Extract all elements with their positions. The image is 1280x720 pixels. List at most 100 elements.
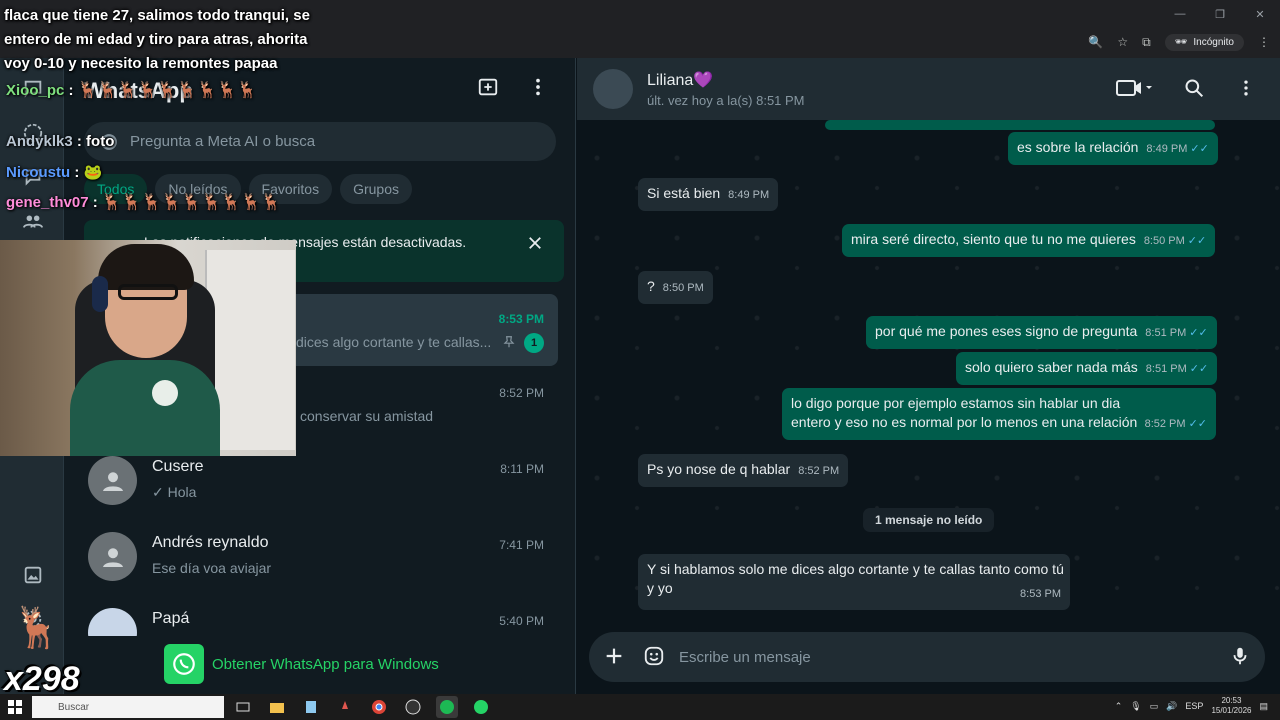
whatsapp-taskbar-icon[interactable]: [470, 696, 492, 718]
window-controls: — ❐ ✕: [1160, 0, 1280, 28]
message-time: 8:50 PM: [662, 282, 704, 294]
unread-badge: 1: [524, 333, 544, 353]
message-bubble[interactable]: Ps yo nose de q hablar 8:52 PM: [638, 454, 849, 487]
message-meta: 8:52 PM ✓✓: [1145, 415, 1207, 434]
clock-time: 20:53: [1221, 696, 1242, 705]
message-meta: 8:53 PM: [1020, 585, 1061, 604]
search-bar[interactable]: Pregunta a Meta AI o busca: [84, 122, 556, 161]
chat-row[interactable]: Papá 5:40 PM: [76, 596, 558, 636]
incognito-icon: 🕶: [1174, 36, 1188, 48]
windows-start-icon[interactable]: [8, 700, 22, 719]
default-avatar-icon: [102, 547, 123, 567]
chat-message: foto: [86, 133, 115, 150]
conversation-actions: [1116, 78, 1256, 103]
notes-app-icon[interactable]: [300, 696, 322, 718]
taskbar-search[interactable]: Buscar: [32, 696, 224, 718]
chat-message: 🐸: [83, 164, 103, 181]
chat-colon: :: [88, 194, 102, 211]
obs-icon[interactable]: [402, 696, 424, 718]
tray-network-icon[interactable]: ▭: [1150, 701, 1159, 712]
maximize-icon[interactable]: ❐: [1200, 0, 1240, 28]
message-meta: 8:49 PM: [728, 189, 769, 201]
pin-app-icon[interactable]: [334, 696, 356, 718]
chat-message: 🦌🦌🦌🦌🦌🦌🦌🦌🦌: [77, 82, 257, 99]
taskbar-clock[interactable]: 20:53 15/01/2026: [1211, 696, 1251, 716]
chat-time: 8:53 PM: [498, 312, 544, 326]
sticker-icon[interactable]: [643, 645, 665, 672]
chat-preview: Ese día voa aviajar: [152, 560, 272, 576]
chat-user: Xioo_pc: [6, 82, 65, 99]
spotify-icon[interactable]: [436, 696, 458, 718]
get-windows-app-link[interactable]: Obtener WhatsApp para Windows: [164, 644, 439, 684]
message-bubble[interactable]: ? 8:50 PM: [638, 271, 713, 304]
message-bubble[interactable]: por qué me pones eses signo de pregunta 8…: [866, 316, 1217, 349]
chat-time: 5:40 PM: [499, 614, 544, 628]
chat-time: 8:52 PM: [499, 386, 544, 400]
bookmark-star-icon[interactable]: ☆: [1117, 35, 1128, 49]
reindeer-emote-icon: 🦌: [12, 606, 62, 650]
task-view-icon[interactable]: [232, 696, 254, 718]
message-meta: 8:51 PM ✓✓: [1145, 327, 1207, 339]
message-time: 8:51 PM: [1145, 363, 1187, 375]
menu-dots-icon[interactable]: [527, 76, 549, 103]
file-explorer-icon[interactable]: [266, 696, 288, 718]
media-icon[interactable]: [20, 562, 46, 588]
video-call-icon[interactable]: [1116, 78, 1152, 103]
message-text: Si está bien: [647, 185, 721, 201]
message-text: es sobre la relación: [1017, 139, 1139, 155]
search-icon[interactable]: [1184, 78, 1204, 103]
zoom-icon[interactable]: 🔍: [1088, 35, 1103, 49]
message-text: Y si hablamos solo me dices algo cortant…: [647, 561, 1064, 596]
message-bubble[interactable]: Y si hablamos solo me dices algo cortant…: [638, 554, 1070, 610]
close-window-icon[interactable]: ✕: [1240, 0, 1280, 28]
conversation-header[interactable]: Liliana💜 últ. vez hoy a la(s) 8:51 PM: [577, 58, 1280, 120]
chrome-icon[interactable]: [368, 696, 390, 718]
message-time: 8:50 PM: [1143, 235, 1185, 247]
chat-preview: conservar su amistad: [300, 408, 434, 424]
chat-row[interactable]: Andrés reynaldo 7:41 PM Ese día voa avia…: [76, 520, 558, 592]
message-time: 8:52 PM: [798, 465, 840, 477]
read-tick-icon: ✓✓: [1190, 143, 1209, 155]
message-bubble[interactable]: Si está bien 8:49 PM: [638, 178, 779, 211]
browser-menu-icon[interactable]: ⋮: [1258, 35, 1270, 49]
message-bubble[interactable]: solo quiero saber nada más 8:51 PM ✓✓: [956, 352, 1218, 385]
taskbar: Buscar ⌃ 🎙 ▭ 🔊 ESP 20:53 15/01/2026 ▤: [0, 694, 1280, 720]
minimize-icon[interactable]: —: [1160, 0, 1200, 28]
attach-plus-icon[interactable]: [603, 645, 625, 672]
chat-name: Papá: [152, 610, 190, 627]
clock-date: 15/01/2026: [1211, 706, 1252, 715]
message-time: 8:51 PM: [1145, 327, 1187, 339]
message-text: ?: [647, 278, 655, 294]
avatar: [88, 532, 137, 581]
read-tick-icon: ✓✓: [1187, 235, 1207, 247]
message-bubble[interactable]: lo digo porque por ejemplo estamos sin h…: [782, 388, 1216, 440]
input-language[interactable]: ESP: [1185, 701, 1203, 711]
new-chat-icon[interactable]: [477, 76, 499, 103]
contact-avatar[interactable]: [593, 69, 633, 109]
incognito-badge[interactable]: 🕶 Incógnito: [1164, 33, 1244, 51]
chip-groups[interactable]: Grupos: [340, 174, 413, 204]
tray-volume-icon[interactable]: 🔊: [1166, 701, 1177, 712]
chat-message: 🦌🦌🦌🦌🦌🦌🦌🦌🦌: [101, 194, 282, 211]
webcam-person-body: [70, 360, 220, 456]
message-bubble[interactable]: mira seré directo, siento que tu no me q…: [842, 224, 1216, 257]
list-header-actions: [477, 76, 549, 103]
extensions-icon[interactable]: ⧉: [1142, 35, 1151, 50]
read-tick-icon: ✓✓: [1189, 327, 1208, 339]
message-text: mira seré directo, siento que tu no me q…: [851, 231, 1136, 247]
system-tray: ⌃ 🎙 ▭ 🔊 ESP 20:53 15/01/2026 ▤: [1115, 696, 1268, 716]
composer-box: [589, 632, 1265, 682]
stream-chat-line: Nicoustu : 🐸: [6, 163, 102, 181]
message-meta: 8:51 PM ✓✓: [1146, 363, 1208, 375]
close-icon[interactable]: [526, 234, 544, 257]
message-time: 8:49 PM: [728, 189, 770, 201]
message-text: Ps yo nose de q hablar: [647, 461, 791, 477]
tray-mic-icon[interactable]: 🎙: [1130, 701, 1141, 712]
message-bubble[interactable]: es sobre la relación 8:49 PM ✓✓: [1008, 132, 1218, 165]
message-time: 8:49 PM: [1146, 143, 1188, 155]
conversation-menu-icon[interactable]: [1236, 78, 1256, 103]
microphone-icon[interactable]: [1229, 645, 1251, 672]
notifications-icon[interactable]: ▤: [1259, 701, 1268, 712]
message-input[interactable]: [679, 632, 1199, 682]
tray-chevron-icon[interactable]: ⌃: [1115, 701, 1123, 712]
